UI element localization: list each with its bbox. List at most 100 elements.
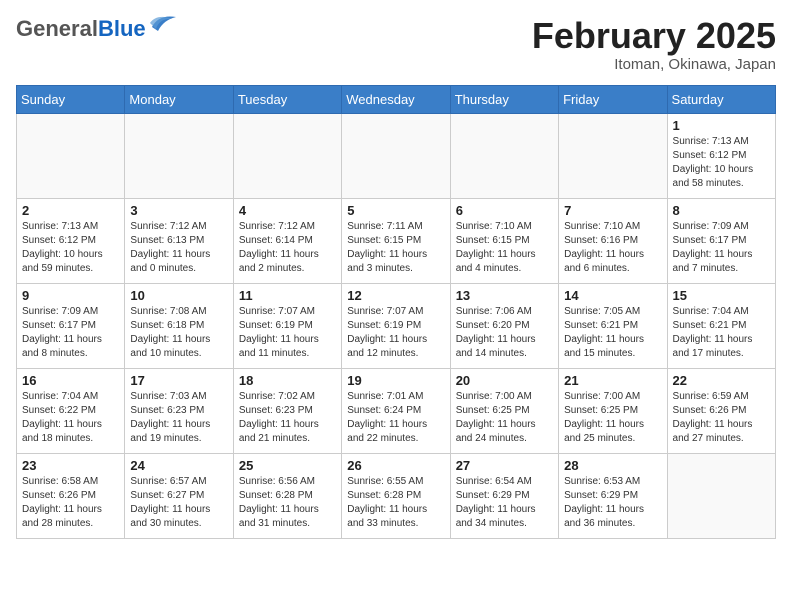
logo-bird-icon bbox=[148, 13, 176, 36]
day-info: Sunrise: 7:10 AMSunset: 6:16 PMDaylight:… bbox=[564, 220, 661, 276]
day-number: 22 bbox=[673, 373, 770, 388]
day-number: 25 bbox=[239, 458, 336, 473]
calendar-cell: 22 Sunrise: 6:59 AMSunset: 6:26 PMDayligh… bbox=[667, 368, 775, 453]
day-number: 19 bbox=[347, 373, 444, 388]
day-number: 18 bbox=[239, 373, 336, 388]
calendar-table: SundayMondayTuesdayWednesdayThursdayFrid… bbox=[16, 85, 776, 539]
day-number: 16 bbox=[22, 373, 119, 388]
day-number: 6 bbox=[456, 203, 553, 218]
calendar-cell bbox=[17, 113, 125, 198]
day-info: Sunrise: 7:10 AMSunset: 6:15 PMDaylight:… bbox=[456, 220, 553, 276]
day-info: Sunrise: 6:59 AMSunset: 6:26 PMDaylight:… bbox=[673, 390, 770, 446]
day-info: Sunrise: 7:07 AMSunset: 6:19 PMDaylight:… bbox=[347, 305, 444, 361]
calendar-cell: 26 Sunrise: 6:55 AMSunset: 6:28 PMDayligh… bbox=[342, 453, 450, 538]
calendar-cell: 15 Sunrise: 7:04 AMSunset: 6:21 PMDayligh… bbox=[667, 283, 775, 368]
calendar-week-row: 23Sunrise: 6:58 AMSunset: 6:26 PMDayligh… bbox=[17, 453, 776, 538]
day-info: Sunrise: 7:12 AMSunset: 6:14 PMDaylight:… bbox=[239, 220, 336, 276]
day-info: Sunrise: 7:09 AMSunset: 6:17 PMDaylight:… bbox=[673, 220, 770, 276]
day-info: Sunrise: 7:00 AMSunset: 6:25 PMDaylight:… bbox=[456, 390, 553, 446]
day-number: 3 bbox=[130, 203, 227, 218]
month-title: February 2025 bbox=[532, 16, 776, 56]
calendar-cell: 18 Sunrise: 7:02 AMSunset: 6:23 PMDayligh… bbox=[233, 368, 341, 453]
calendar-cell: 3 Sunrise: 7:12 AMSunset: 6:13 PMDaylight… bbox=[125, 198, 233, 283]
day-info: Sunrise: 7:00 AMSunset: 6:25 PMDaylight:… bbox=[564, 390, 661, 446]
weekday-header-monday: Monday bbox=[125, 85, 233, 113]
calendar-cell: 20Sunrise: 7:00 AMSunset: 6:25 PMDayligh… bbox=[450, 368, 558, 453]
calendar-cell: 24 Sunrise: 6:57 AMSunset: 6:27 PMDayligh… bbox=[125, 453, 233, 538]
day-number: 24 bbox=[130, 458, 227, 473]
logo-general: General bbox=[16, 16, 98, 41]
calendar-cell: 14 Sunrise: 7:05 AMSunset: 6:21 PMDayligh… bbox=[559, 283, 667, 368]
calendar-cell: 11 Sunrise: 7:07 AMSunset: 6:19 PMDayligh… bbox=[233, 283, 341, 368]
day-info: Sunrise: 6:56 AMSunset: 6:28 PMDaylight:… bbox=[239, 475, 336, 531]
day-number: 28 bbox=[564, 458, 661, 473]
day-number: 8 bbox=[673, 203, 770, 218]
calendar-cell: 5 Sunrise: 7:11 AMSunset: 6:15 PMDaylight… bbox=[342, 198, 450, 283]
calendar-cell: 28 Sunrise: 6:53 AMSunset: 6:29 PMDayligh… bbox=[559, 453, 667, 538]
calendar-cell: 12 Sunrise: 7:07 AMSunset: 6:19 PMDayligh… bbox=[342, 283, 450, 368]
calendar-cell: 7 Sunrise: 7:10 AMSunset: 6:16 PMDaylight… bbox=[559, 198, 667, 283]
day-info: Sunrise: 7:12 AMSunset: 6:13 PMDaylight:… bbox=[130, 220, 227, 276]
day-info: Sunrise: 7:04 AMSunset: 6:22 PMDaylight:… bbox=[22, 390, 119, 446]
page-header: GeneralBlue February 2025 Itoman, Okinaw… bbox=[16, 16, 776, 73]
location: Itoman, Okinawa, Japan bbox=[532, 56, 776, 73]
calendar-cell bbox=[667, 453, 775, 538]
calendar-cell: 23Sunrise: 6:58 AMSunset: 6:26 PMDayligh… bbox=[17, 453, 125, 538]
day-info: Sunrise: 7:09 AMSunset: 6:17 PMDaylight:… bbox=[22, 305, 119, 361]
logo: GeneralBlue bbox=[16, 16, 176, 42]
calendar-week-row: 2 Sunrise: 7:13 AMSunset: 6:12 PMDaylight… bbox=[17, 198, 776, 283]
day-number: 7 bbox=[564, 203, 661, 218]
weekday-header-saturday: Saturday bbox=[667, 85, 775, 113]
calendar-cell: 9 Sunrise: 7:09 AMSunset: 6:17 PMDaylight… bbox=[17, 283, 125, 368]
calendar-cell: 21 Sunrise: 7:00 AMSunset: 6:25 PMDayligh… bbox=[559, 368, 667, 453]
day-info: Sunrise: 7:13 AMSunset: 6:12 PMDaylight:… bbox=[673, 135, 770, 191]
calendar-cell: 13 Sunrise: 7:06 AMSunset: 6:20 PMDayligh… bbox=[450, 283, 558, 368]
day-number: 21 bbox=[564, 373, 661, 388]
day-number: 1 bbox=[673, 118, 770, 133]
day-info: Sunrise: 6:53 AMSunset: 6:29 PMDaylight:… bbox=[564, 475, 661, 531]
day-info: Sunrise: 6:55 AMSunset: 6:28 PMDaylight:… bbox=[347, 475, 444, 531]
day-info: Sunrise: 7:03 AMSunset: 6:23 PMDaylight:… bbox=[130, 390, 227, 446]
day-info: Sunrise: 7:01 AMSunset: 6:24 PMDaylight:… bbox=[347, 390, 444, 446]
calendar-cell: 16 Sunrise: 7:04 AMSunset: 6:22 PMDayligh… bbox=[17, 368, 125, 453]
day-number: 11 bbox=[239, 288, 336, 303]
weekday-header-wednesday: Wednesday bbox=[342, 85, 450, 113]
day-number: 14 bbox=[564, 288, 661, 303]
day-info: Sunrise: 6:54 AMSunset: 6:29 PMDaylight:… bbox=[456, 475, 553, 531]
day-info: Sunrise: 6:58 AMSunset: 6:26 PMDaylight:… bbox=[22, 475, 119, 531]
day-number: 2 bbox=[22, 203, 119, 218]
day-number: 12 bbox=[347, 288, 444, 303]
day-number: 10 bbox=[130, 288, 227, 303]
weekday-header-tuesday: Tuesday bbox=[233, 85, 341, 113]
day-info: Sunrise: 7:13 AMSunset: 6:12 PMDaylight:… bbox=[22, 220, 119, 276]
day-info: Sunrise: 7:06 AMSunset: 6:20 PMDaylight:… bbox=[456, 305, 553, 361]
day-info: Sunrise: 7:05 AMSunset: 6:21 PMDaylight:… bbox=[564, 305, 661, 361]
weekday-header-thursday: Thursday bbox=[450, 85, 558, 113]
calendar-cell bbox=[450, 113, 558, 198]
day-info: Sunrise: 7:04 AMSunset: 6:21 PMDaylight:… bbox=[673, 305, 770, 361]
day-info: Sunrise: 7:02 AMSunset: 6:23 PMDaylight:… bbox=[239, 390, 336, 446]
calendar-cell: 27Sunrise: 6:54 AMSunset: 6:29 PMDayligh… bbox=[450, 453, 558, 538]
calendar-cell bbox=[233, 113, 341, 198]
calendar-cell: 2 Sunrise: 7:13 AMSunset: 6:12 PMDaylight… bbox=[17, 198, 125, 283]
day-info: Sunrise: 7:07 AMSunset: 6:19 PMDaylight:… bbox=[239, 305, 336, 361]
day-number: 15 bbox=[673, 288, 770, 303]
calendar-week-row: 16 Sunrise: 7:04 AMSunset: 6:22 PMDayligh… bbox=[17, 368, 776, 453]
calendar-cell: 17 Sunrise: 7:03 AMSunset: 6:23 PMDayligh… bbox=[125, 368, 233, 453]
calendar-week-row: 9 Sunrise: 7:09 AMSunset: 6:17 PMDaylight… bbox=[17, 283, 776, 368]
calendar-cell: 19 Sunrise: 7:01 AMSunset: 6:24 PMDayligh… bbox=[342, 368, 450, 453]
day-info: Sunrise: 6:57 AMSunset: 6:27 PMDaylight:… bbox=[130, 475, 227, 531]
calendar-cell: 4 Sunrise: 7:12 AMSunset: 6:14 PMDaylight… bbox=[233, 198, 341, 283]
calendar-cell bbox=[559, 113, 667, 198]
day-number: 26 bbox=[347, 458, 444, 473]
weekday-header-row: SundayMondayTuesdayWednesdayThursdayFrid… bbox=[17, 85, 776, 113]
day-number: 4 bbox=[239, 203, 336, 218]
day-number: 13 bbox=[456, 288, 553, 303]
day-info: Sunrise: 7:11 AMSunset: 6:15 PMDaylight:… bbox=[347, 220, 444, 276]
day-number: 5 bbox=[347, 203, 444, 218]
day-number: 17 bbox=[130, 373, 227, 388]
day-number: 9 bbox=[22, 288, 119, 303]
calendar-cell bbox=[342, 113, 450, 198]
calendar-cell: 10Sunrise: 7:08 AMSunset: 6:18 PMDayligh… bbox=[125, 283, 233, 368]
calendar-cell: 8 Sunrise: 7:09 AMSunset: 6:17 PMDaylight… bbox=[667, 198, 775, 283]
